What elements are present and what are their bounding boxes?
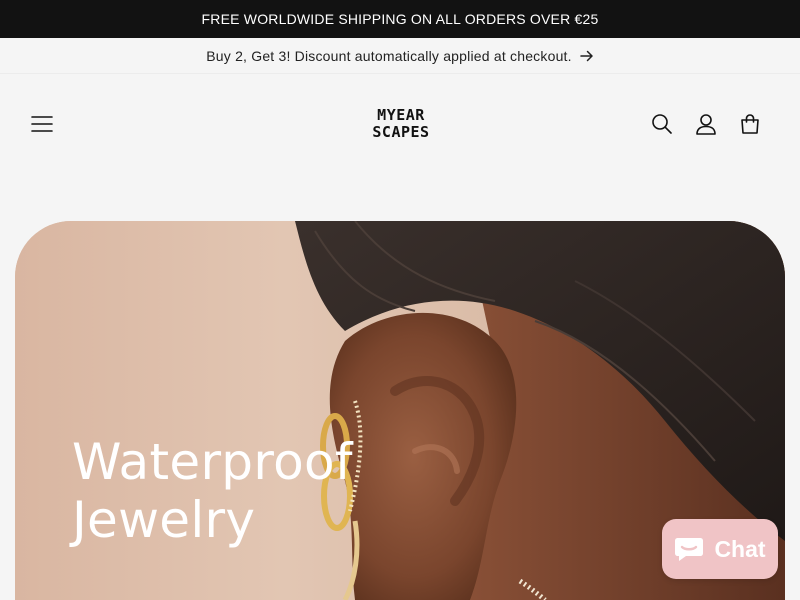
announcement-text: FREE WORLDWIDE SHIPPING ON ALL ORDERS OV… — [201, 11, 599, 27]
arrow-right-icon[interactable] — [579, 50, 594, 62]
chat-button[interactable]: Chat — [662, 519, 778, 579]
logo[interactable]: MYEAR SCAPES — [362, 104, 440, 144]
chat-label: Chat — [714, 535, 766, 562]
account-icon[interactable] — [692, 110, 720, 138]
search-icon[interactable] — [648, 110, 676, 138]
cart-icon[interactable] — [736, 110, 764, 138]
chat-bubble-icon — [674, 536, 704, 562]
promo-bar[interactable]: Buy 2, Get 3! Discount automatically app… — [0, 38, 800, 74]
announcement-bar: FREE WORLDWIDE SHIPPING ON ALL ORDERS OV… — [0, 0, 800, 38]
promo-text[interactable]: Buy 2, Get 3! Discount automatically app… — [206, 48, 571, 64]
menu-icon[interactable] — [28, 110, 56, 138]
logo-line-1: MYEAR — [377, 106, 425, 124]
hero-title: Waterproof Jewelry — [72, 433, 353, 549]
logo-line-2: SCAPES — [372, 123, 430, 141]
hero-title-line-2: Jewelry — [72, 491, 256, 549]
hero-title-line-1: Waterproof — [72, 433, 353, 491]
site-header: MYEAR SCAPES — [0, 74, 800, 174]
